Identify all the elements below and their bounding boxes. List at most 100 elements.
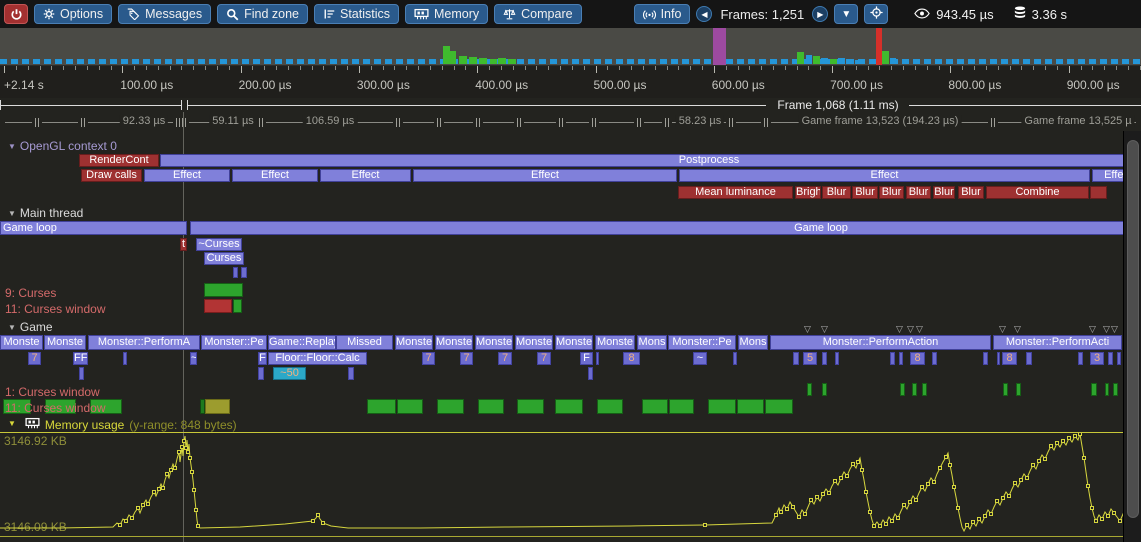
zone-bar[interactable]: ~50: [273, 367, 306, 380]
zone-bar[interactable]: [1026, 352, 1032, 365]
zone-bar[interactable]: [258, 367, 264, 380]
zone-bar[interactable]: [1016, 383, 1021, 396]
zone-bar[interactable]: Curses: [204, 252, 244, 265]
zone-bar[interactable]: Monste: [395, 335, 433, 350]
zone-bar[interactable]: [367, 399, 396, 414]
zone-bar[interactable]: Monster::PerformA: [88, 335, 200, 350]
message-marker-icon[interactable]: ▽: [1111, 324, 1118, 335]
zone-bar[interactable]: [890, 352, 895, 365]
zone-bar[interactable]: Effect: [413, 169, 677, 182]
zone-bar[interactable]: RenderCont: [79, 154, 159, 167]
goto-frame-button[interactable]: ▼: [834, 4, 858, 24]
zone-bar[interactable]: 5: [803, 352, 817, 365]
zone-bar[interactable]: Blur: [933, 186, 955, 199]
thread-header-opengl[interactable]: ▼OpenGL context 0: [8, 139, 117, 153]
overview-bar[interactable]: [813, 56, 820, 64]
message-marker-icon[interactable]: ▽: [804, 324, 811, 335]
zone-bar[interactable]: [1105, 383, 1109, 396]
zoom-to-frame-button[interactable]: [864, 4, 888, 24]
zone-bar[interactable]: [1003, 383, 1008, 396]
zone-bar[interactable]: [900, 383, 905, 396]
zone-bar[interactable]: Postprocess: [160, 154, 1141, 167]
zone-bar[interactable]: Blur: [906, 186, 931, 199]
overview-bar[interactable]: [508, 59, 516, 64]
overview-bar[interactable]: [882, 51, 889, 64]
toolbar-button-statistics[interactable]: Statistics: [314, 4, 399, 24]
message-marker-icon[interactable]: ▽: [916, 324, 923, 335]
overview-bar[interactable]: [450, 51, 456, 64]
zone-bar[interactable]: Blur: [958, 186, 984, 199]
overview-bar[interactable]: [479, 58, 487, 64]
zone-bar[interactable]: [1090, 186, 1107, 199]
message-marker-icon[interactable]: ▽: [896, 324, 903, 335]
overview-bar[interactable]: [797, 52, 804, 64]
zone-bar[interactable]: 7: [460, 352, 473, 365]
zone-bar[interactable]: Mons: [637, 335, 667, 350]
zone-bar[interactable]: [204, 299, 232, 313]
zone-bar[interactable]: Floor::Floor::Calc: [268, 352, 367, 365]
message-marker-icon[interactable]: ▽: [821, 324, 828, 335]
overview-bar[interactable]: [469, 57, 477, 64]
zone-bar[interactable]: [588, 367, 593, 380]
scrollbar-thumb[interactable]: [1127, 140, 1139, 518]
zone-bar[interactable]: [708, 399, 736, 414]
zone-bar[interactable]: FF: [73, 352, 88, 365]
zone-bar[interactable]: 7: [537, 352, 551, 365]
zone-bar[interactable]: ~Curses: [196, 238, 242, 251]
zone-bar[interactable]: [555, 399, 583, 414]
zone-bar[interactable]: [596, 352, 599, 365]
zone-bar[interactable]: Effect: [144, 169, 230, 182]
message-marker-icon[interactable]: ▽: [1103, 324, 1110, 335]
zone-bar[interactable]: 7: [422, 352, 435, 365]
zone-bar[interactable]: Mean luminance: [678, 186, 793, 199]
zone-bar[interactable]: [478, 399, 504, 414]
zone-bar[interactable]: 7: [28, 352, 41, 365]
toolbar-button-messages[interactable]: Messages: [118, 4, 211, 24]
zone-bar[interactable]: 8: [910, 352, 925, 365]
zone-bar[interactable]: [912, 383, 917, 396]
zone-bar[interactable]: Game::Replay: [268, 335, 336, 350]
zone-bar[interactable]: [1078, 352, 1083, 365]
overview-bar[interactable]: [821, 58, 828, 64]
message-marker-icon[interactable]: ▽: [1089, 324, 1096, 335]
zone-bar[interactable]: Draw calls: [81, 169, 142, 182]
zone-bar[interactable]: ~: [190, 352, 197, 365]
zone-bar[interactable]: Monste: [435, 335, 473, 350]
overview-bar[interactable]: [838, 58, 845, 64]
message-marker-icon[interactable]: ▽: [999, 324, 1006, 335]
next-frame-button[interactable]: ▶: [812, 6, 828, 22]
zone-bar[interactable]: [1117, 352, 1121, 365]
zone-bar[interactable]: Effect: [679, 169, 1090, 182]
zone-bar[interactable]: Monste: [555, 335, 593, 350]
zone-bar[interactable]: F: [580, 352, 593, 365]
overview-bar[interactable]: [855, 60, 862, 64]
memory-usage-graph[interactable]: [0, 433, 1141, 537]
zone-bar[interactable]: [793, 352, 799, 365]
zone-bar[interactable]: Monster::Pe: [201, 335, 267, 350]
zone-bar[interactable]: F: [258, 352, 267, 365]
zone-bar[interactable]: [1113, 383, 1118, 396]
zone-bar[interactable]: Blur: [822, 186, 851, 199]
zone-bar[interactable]: 8: [1002, 352, 1017, 365]
toolbar-button-memory[interactable]: Memory: [405, 4, 488, 24]
zone-bar[interactable]: [983, 352, 988, 365]
prev-frame-button[interactable]: ◀: [696, 6, 712, 22]
zone-bar[interactable]: Monster::PerformActi: [993, 335, 1122, 350]
zone-bar[interactable]: [642, 399, 668, 414]
zone-bar[interactable]: [822, 383, 827, 396]
frame-ruler[interactable]: Frame 1,068 (1.11 ms): [0, 98, 1141, 114]
zone-bar[interactable]: Blur: [852, 186, 878, 199]
zone-bar[interactable]: Brigh: [795, 186, 821, 199]
zone-bar[interactable]: [997, 352, 1000, 365]
zone-bar[interactable]: [79, 367, 84, 380]
game-frame-ruler[interactable]: 92.33 µs59.11 µs106.59 µs58.23 µsGame fr…: [0, 114, 1141, 133]
zone-bar[interactable]: [733, 352, 737, 365]
zone-bar[interactable]: Monste: [475, 335, 513, 350]
zone-bar[interactable]: [922, 383, 927, 396]
overview-bar[interactable]: [490, 59, 497, 64]
scrollbar-track[interactable]: [1123, 131, 1141, 542]
zone-bar[interactable]: [233, 267, 238, 278]
zone-bar[interactable]: Monster::PerformAction: [770, 335, 991, 350]
thread-header-game[interactable]: ▼Game: [8, 320, 53, 334]
zone-bar[interactable]: [205, 399, 230, 414]
